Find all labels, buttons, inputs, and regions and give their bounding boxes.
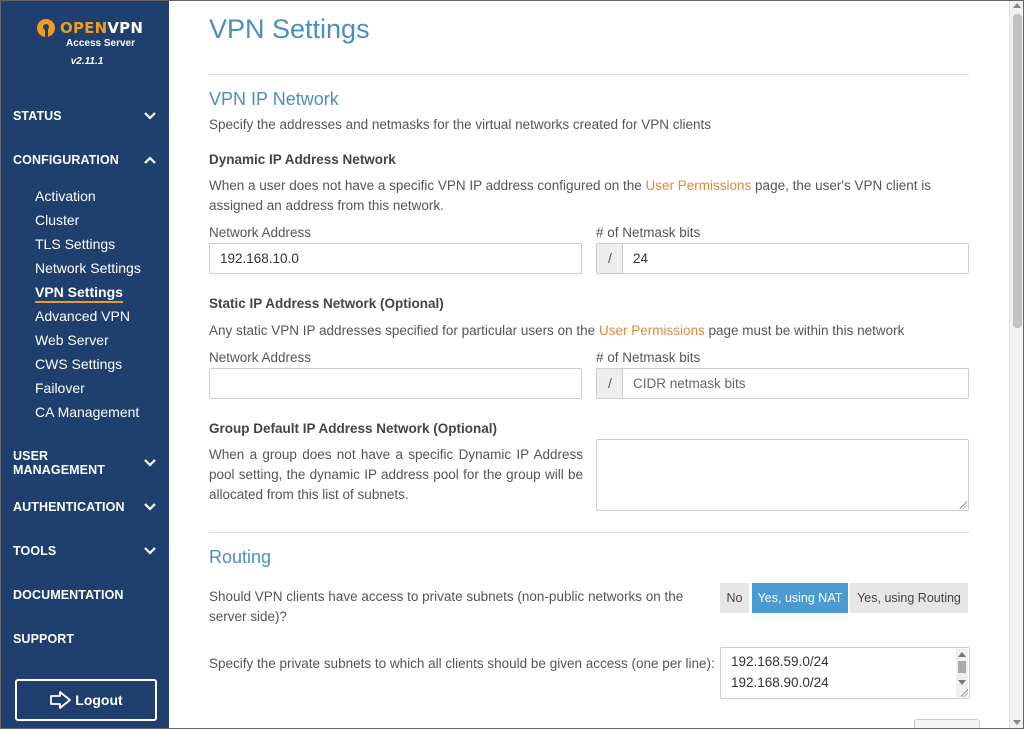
logout-label: Logout	[75, 692, 123, 708]
routing-option-routing[interactable]: Yes, using Routing	[850, 583, 968, 613]
nav-section-configuration[interactable]: CONFIGURATION	[13, 149, 157, 171]
resize-handle[interactable]	[960, 689, 968, 697]
sidebar-item-web-server[interactable]: Web Server	[35, 332, 109, 348]
netmask-prefix-addon: /	[596, 368, 623, 399]
nav-section-label: USER MANAGEMENT	[13, 449, 105, 477]
sidebar-item-ca-management[interactable]: CA Management	[35, 404, 139, 420]
chevron-up-icon	[143, 153, 157, 167]
dynamic-netmask-bits-input[interactable]: 24	[622, 243, 969, 274]
static-network-description: Any static VPN IP addresses specified fo…	[209, 323, 905, 338]
scroll-thumb[interactable]	[1013, 14, 1022, 328]
private-subnets-label: Specify the private subnets to which all…	[209, 656, 715, 671]
nav-section-tools[interactable]: TOOLS	[13, 540, 157, 562]
private-subnets-textarea[interactable]: 192.168.59.0/24 192.168.90.0/24	[720, 647, 970, 699]
routing-question: Should VPN clients have access to privat…	[209, 589, 684, 624]
nav-section-label: STATUS	[13, 109, 62, 123]
group-network-description: When a group does not have a specific Dy…	[209, 447, 583, 502]
user-permissions-link[interactable]: User Permissions	[646, 178, 752, 193]
chevron-down-icon	[143, 544, 157, 558]
partial-control[interactable]	[914, 719, 980, 729]
scroll-up-icon[interactable]	[1013, 3, 1021, 8]
divider	[209, 74, 969, 75]
page-scrollbar[interactable]	[1009, 0, 1024, 729]
openvpn-logo-icon	[37, 19, 55, 37]
chevron-down-icon	[143, 109, 157, 123]
nav-section-label: DOCUMENTATION	[13, 588, 124, 602]
dynamic-network-description: When a user does not have a specific VPN…	[209, 178, 931, 213]
openvpn-logo[interactable]: OPENVPN Access Server v2.11.1	[37, 19, 147, 67]
user-permissions-link[interactable]: User Permissions	[599, 323, 705, 338]
logo-text: OPENVPN	[60, 19, 144, 37]
static-netmask-bits-input[interactable]: CIDR netmask bits	[622, 368, 969, 399]
nav-section-support[interactable]: SUPPORT	[13, 628, 157, 650]
network-address-label: Network Address	[209, 225, 312, 240]
sidebar-item-activation[interactable]: Activation	[35, 188, 96, 204]
subnet-line: 192.168.59.0/24	[731, 654, 829, 669]
nav-section-label: TOOLS	[13, 544, 57, 558]
chevron-down-icon	[143, 456, 157, 470]
nav-section-documentation[interactable]: DOCUMENTATION	[13, 584, 157, 606]
section-heading-vpn-ip-network: VPN IP Network	[209, 89, 339, 109]
scroll-up-icon[interactable]	[958, 652, 966, 657]
nav-section-label: CONFIGURATION	[13, 153, 119, 167]
dynamic-network-title: Dynamic IP Address Network	[209, 152, 396, 167]
sidebar-item-tls-settings[interactable]: TLS Settings	[35, 236, 115, 252]
sidebar-item-advanced-vpn[interactable]: Advanced VPN	[35, 308, 130, 324]
netmask-prefix-addon: /	[596, 243, 623, 274]
scroll-down-icon[interactable]	[958, 680, 966, 685]
netmask-bits-label: # of Netmask bits	[596, 225, 701, 240]
group-network-textarea[interactable]	[596, 439, 969, 511]
nav-section-user-management[interactable]: USER MANAGEMENT	[13, 449, 157, 477]
routing-option-no[interactable]: No	[720, 583, 749, 613]
section-description: Specify the addresses and netmasks for t…	[209, 117, 711, 132]
resize-handle[interactable]	[959, 501, 967, 509]
nav-section-authentication[interactable]: AUTHENTICATION	[13, 496, 157, 518]
static-network-title: Static IP Address Network (Optional)	[209, 296, 444, 311]
nav-section-label: AUTHENTICATION	[13, 500, 125, 514]
sidebar: OPENVPN Access Server v2.11.1 STATUS CON…	[0, 0, 169, 729]
section-heading-routing: Routing	[209, 547, 272, 567]
logo-subtitle: Access Server	[66, 38, 135, 49]
static-network-address-input[interactable]	[209, 368, 582, 399]
scroll-thumb[interactable]	[958, 661, 966, 673]
sidebar-item-vpn-settings[interactable]: VPN Settings	[35, 284, 123, 303]
nav-section-status[interactable]: STATUS	[13, 105, 157, 127]
logout-icon	[50, 691, 72, 709]
scroll-down-icon[interactable]	[1013, 720, 1021, 725]
routing-option-nat[interactable]: Yes, using NAT	[752, 583, 848, 613]
version-label: v2.11.1	[70, 56, 104, 67]
chevron-down-icon	[143, 500, 157, 514]
subnet-line: 192.168.90.0/24	[731, 675, 829, 690]
network-address-label: Network Address	[209, 350, 312, 365]
group-network-title: Group Default IP Address Network (Option…	[209, 421, 498, 436]
main-content: VPN Settings VPN IP Network Specify the …	[169, 0, 1009, 729]
sidebar-item-network-settings[interactable]: Network Settings	[35, 260, 141, 276]
sidebar-item-failover[interactable]: Failover	[35, 380, 85, 396]
divider	[209, 532, 969, 533]
nav-section-label: SUPPORT	[13, 632, 75, 646]
logout-button[interactable]: Logout	[15, 679, 157, 721]
sidebar-item-cws-settings[interactable]: CWS Settings	[35, 356, 122, 372]
page-title: VPN Settings	[209, 14, 370, 44]
sidebar-item-cluster[interactable]: Cluster	[35, 212, 79, 228]
netmask-bits-label: # of Netmask bits	[596, 350, 701, 365]
dynamic-network-address-input[interactable]: 192.168.10.0	[209, 243, 582, 274]
